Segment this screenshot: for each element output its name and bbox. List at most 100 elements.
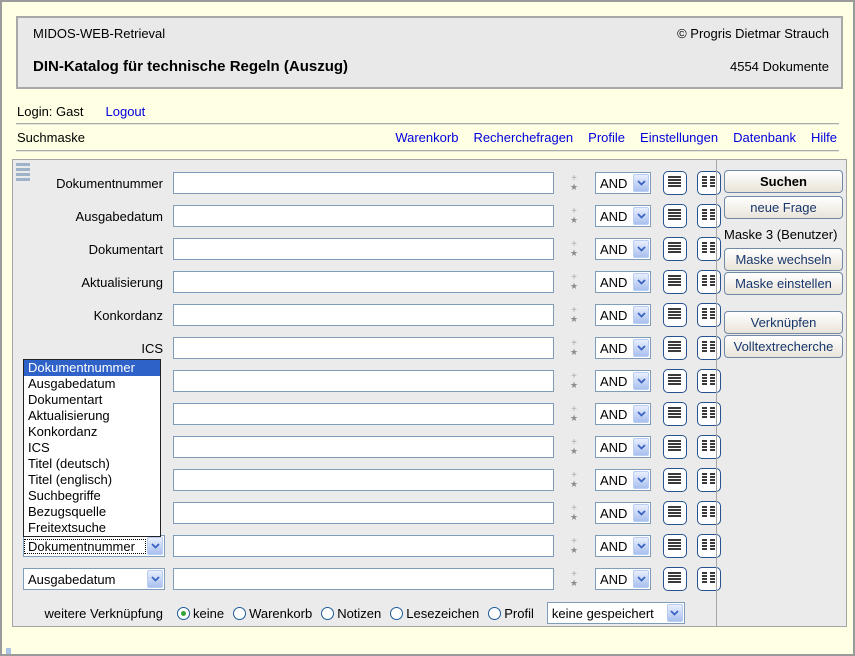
nav-link-warenkorb[interactable]: Warenkorb [395,130,458,145]
mask-switch-button[interactable]: Maske wechseln [724,248,843,271]
search-term-input[interactable] [173,535,554,557]
star-icon[interactable]: ★ [570,216,578,224]
chevron-down-icon [667,604,683,622]
field-label: Aktualisierung [13,275,163,290]
search-button[interactable]: Suchen [724,170,843,193]
star-icon[interactable]: ★ [570,447,578,455]
operator-select[interactable]: AND [595,502,651,524]
operator-select[interactable]: AND [595,436,651,458]
field-label: Dokumentart [13,242,163,257]
scrollbar-fragment[interactable] [6,648,11,654]
mask-configure-button[interactable]: Maske einstellen [724,272,843,295]
operator-select[interactable]: AND [595,370,651,392]
star-icon[interactable]: ★ [570,282,578,290]
logout-link[interactable]: Logout [106,104,146,119]
nav-link-recherchefragen[interactable]: Recherchefragen [473,130,573,145]
index-list-button[interactable] [663,171,687,195]
chevron-down-icon [633,570,649,588]
star-icon[interactable]: ★ [570,579,578,587]
fulltext-search-button[interactable]: Volltextrecherche [724,335,843,358]
search-term-input[interactable] [173,304,554,326]
search-term-input[interactable] [173,403,554,425]
search-term-input[interactable] [173,337,554,359]
index-list-button[interactable] [663,237,687,261]
saved-link-select[interactable]: keine gespeichert [547,602,685,624]
dropdown-option[interactable]: Suchbegriffe [24,488,160,504]
operator-select[interactable]: AND [595,337,651,359]
index-list-button[interactable] [663,468,687,492]
operator-select[interactable]: AND [595,205,651,227]
index-list-button[interactable] [663,369,687,393]
dropdown-option[interactable]: Titel (deutsch) [24,456,160,472]
radio-button[interactable] [233,607,246,620]
radio-label: Lesezeichen [406,606,479,621]
dropdown-option[interactable]: Konkordanz [24,424,160,440]
radio-button[interactable] [321,607,334,620]
operator-select[interactable]: AND [595,535,651,557]
list-lines-icon [668,340,682,356]
index-list-button[interactable] [663,435,687,459]
index-list-button[interactable] [663,567,687,591]
dropdown-option[interactable]: ICS [24,440,160,456]
list-lines-icon [668,175,682,191]
search-term-input[interactable] [173,205,554,227]
star-icon[interactable]: ★ [570,315,578,323]
search-term-input[interactable] [173,436,554,458]
star-icon[interactable]: ★ [570,249,578,257]
dropdown-option[interactable]: Freitextsuche [24,520,160,536]
star-icon[interactable]: ★ [570,480,578,488]
dropdown-option[interactable]: Dokumentart [24,392,160,408]
dropdown-option[interactable]: Bezugsquelle [24,504,160,520]
link-radio-group: keineWarenkorbNotizenLesezeichenProfil [177,606,543,621]
nav-link-profile[interactable]: Profile [588,130,625,145]
search-form-panel: Dokumentnummer+★ANDAusgabedatum+★ANDDoku… [12,159,847,627]
radio-button[interactable] [177,607,190,620]
combine-button[interactable]: Verknüpfen [724,311,843,334]
search-term-input[interactable] [173,568,554,590]
search-term-input[interactable] [173,370,554,392]
star-icon[interactable]: ★ [570,513,578,521]
index-list-button[interactable] [663,204,687,228]
search-term-input[interactable] [173,469,554,491]
index-list-button[interactable] [663,501,687,525]
operator-select[interactable]: AND [595,238,651,260]
index-list-button[interactable] [663,402,687,426]
index-list-button[interactable] [663,270,687,294]
star-icon[interactable]: ★ [570,183,578,191]
search-term-input[interactable] [173,172,554,194]
star-icon[interactable]: ★ [570,381,578,389]
star-icon[interactable]: ★ [570,348,578,356]
list-columns-icon [702,274,716,290]
list-lines-icon [668,307,682,323]
operator-select[interactable]: AND [595,403,651,425]
dropdown-option[interactable]: Aktualisierung [24,408,160,424]
dropdown-option[interactable]: Titel (englisch) [24,472,160,488]
nav-link-einstellungen[interactable]: Einstellungen [640,130,718,145]
star-icon[interactable]: ★ [570,414,578,422]
form-row: Dokumentart+★AND [13,238,721,260]
index-list-button[interactable] [663,303,687,327]
field-select[interactable]: Dokumentnummer [23,535,165,557]
search-term-input[interactable] [173,238,554,260]
nav-link-hilfe[interactable]: Hilfe [811,130,837,145]
operator-select[interactable]: AND [595,304,651,326]
operator-select[interactable]: AND [595,172,651,194]
search-term-input[interactable] [173,502,554,524]
star-icon[interactable]: ★ [570,546,578,554]
list-columns-icon [702,340,716,356]
index-list-button[interactable] [663,336,687,360]
radio-button[interactable] [390,607,403,620]
field-select[interactable]: Ausgabedatum [23,568,165,590]
operator-select[interactable]: AND [595,271,651,293]
new-query-button[interactable]: neue Frage [724,196,843,219]
operator-select[interactable]: AND [595,568,651,590]
app-title: MIDOS-WEB-Retrieval [33,26,165,41]
operator-select[interactable]: AND [595,469,651,491]
index-list-button[interactable] [663,534,687,558]
search-term-input[interactable] [173,271,554,293]
dropdown-option[interactable]: Dokumentnummer [24,360,160,376]
chevron-down-icon [633,372,649,390]
radio-button[interactable] [488,607,501,620]
nav-link-datenbank[interactable]: Datenbank [733,130,796,145]
dropdown-option[interactable]: Ausgabedatum [24,376,160,392]
